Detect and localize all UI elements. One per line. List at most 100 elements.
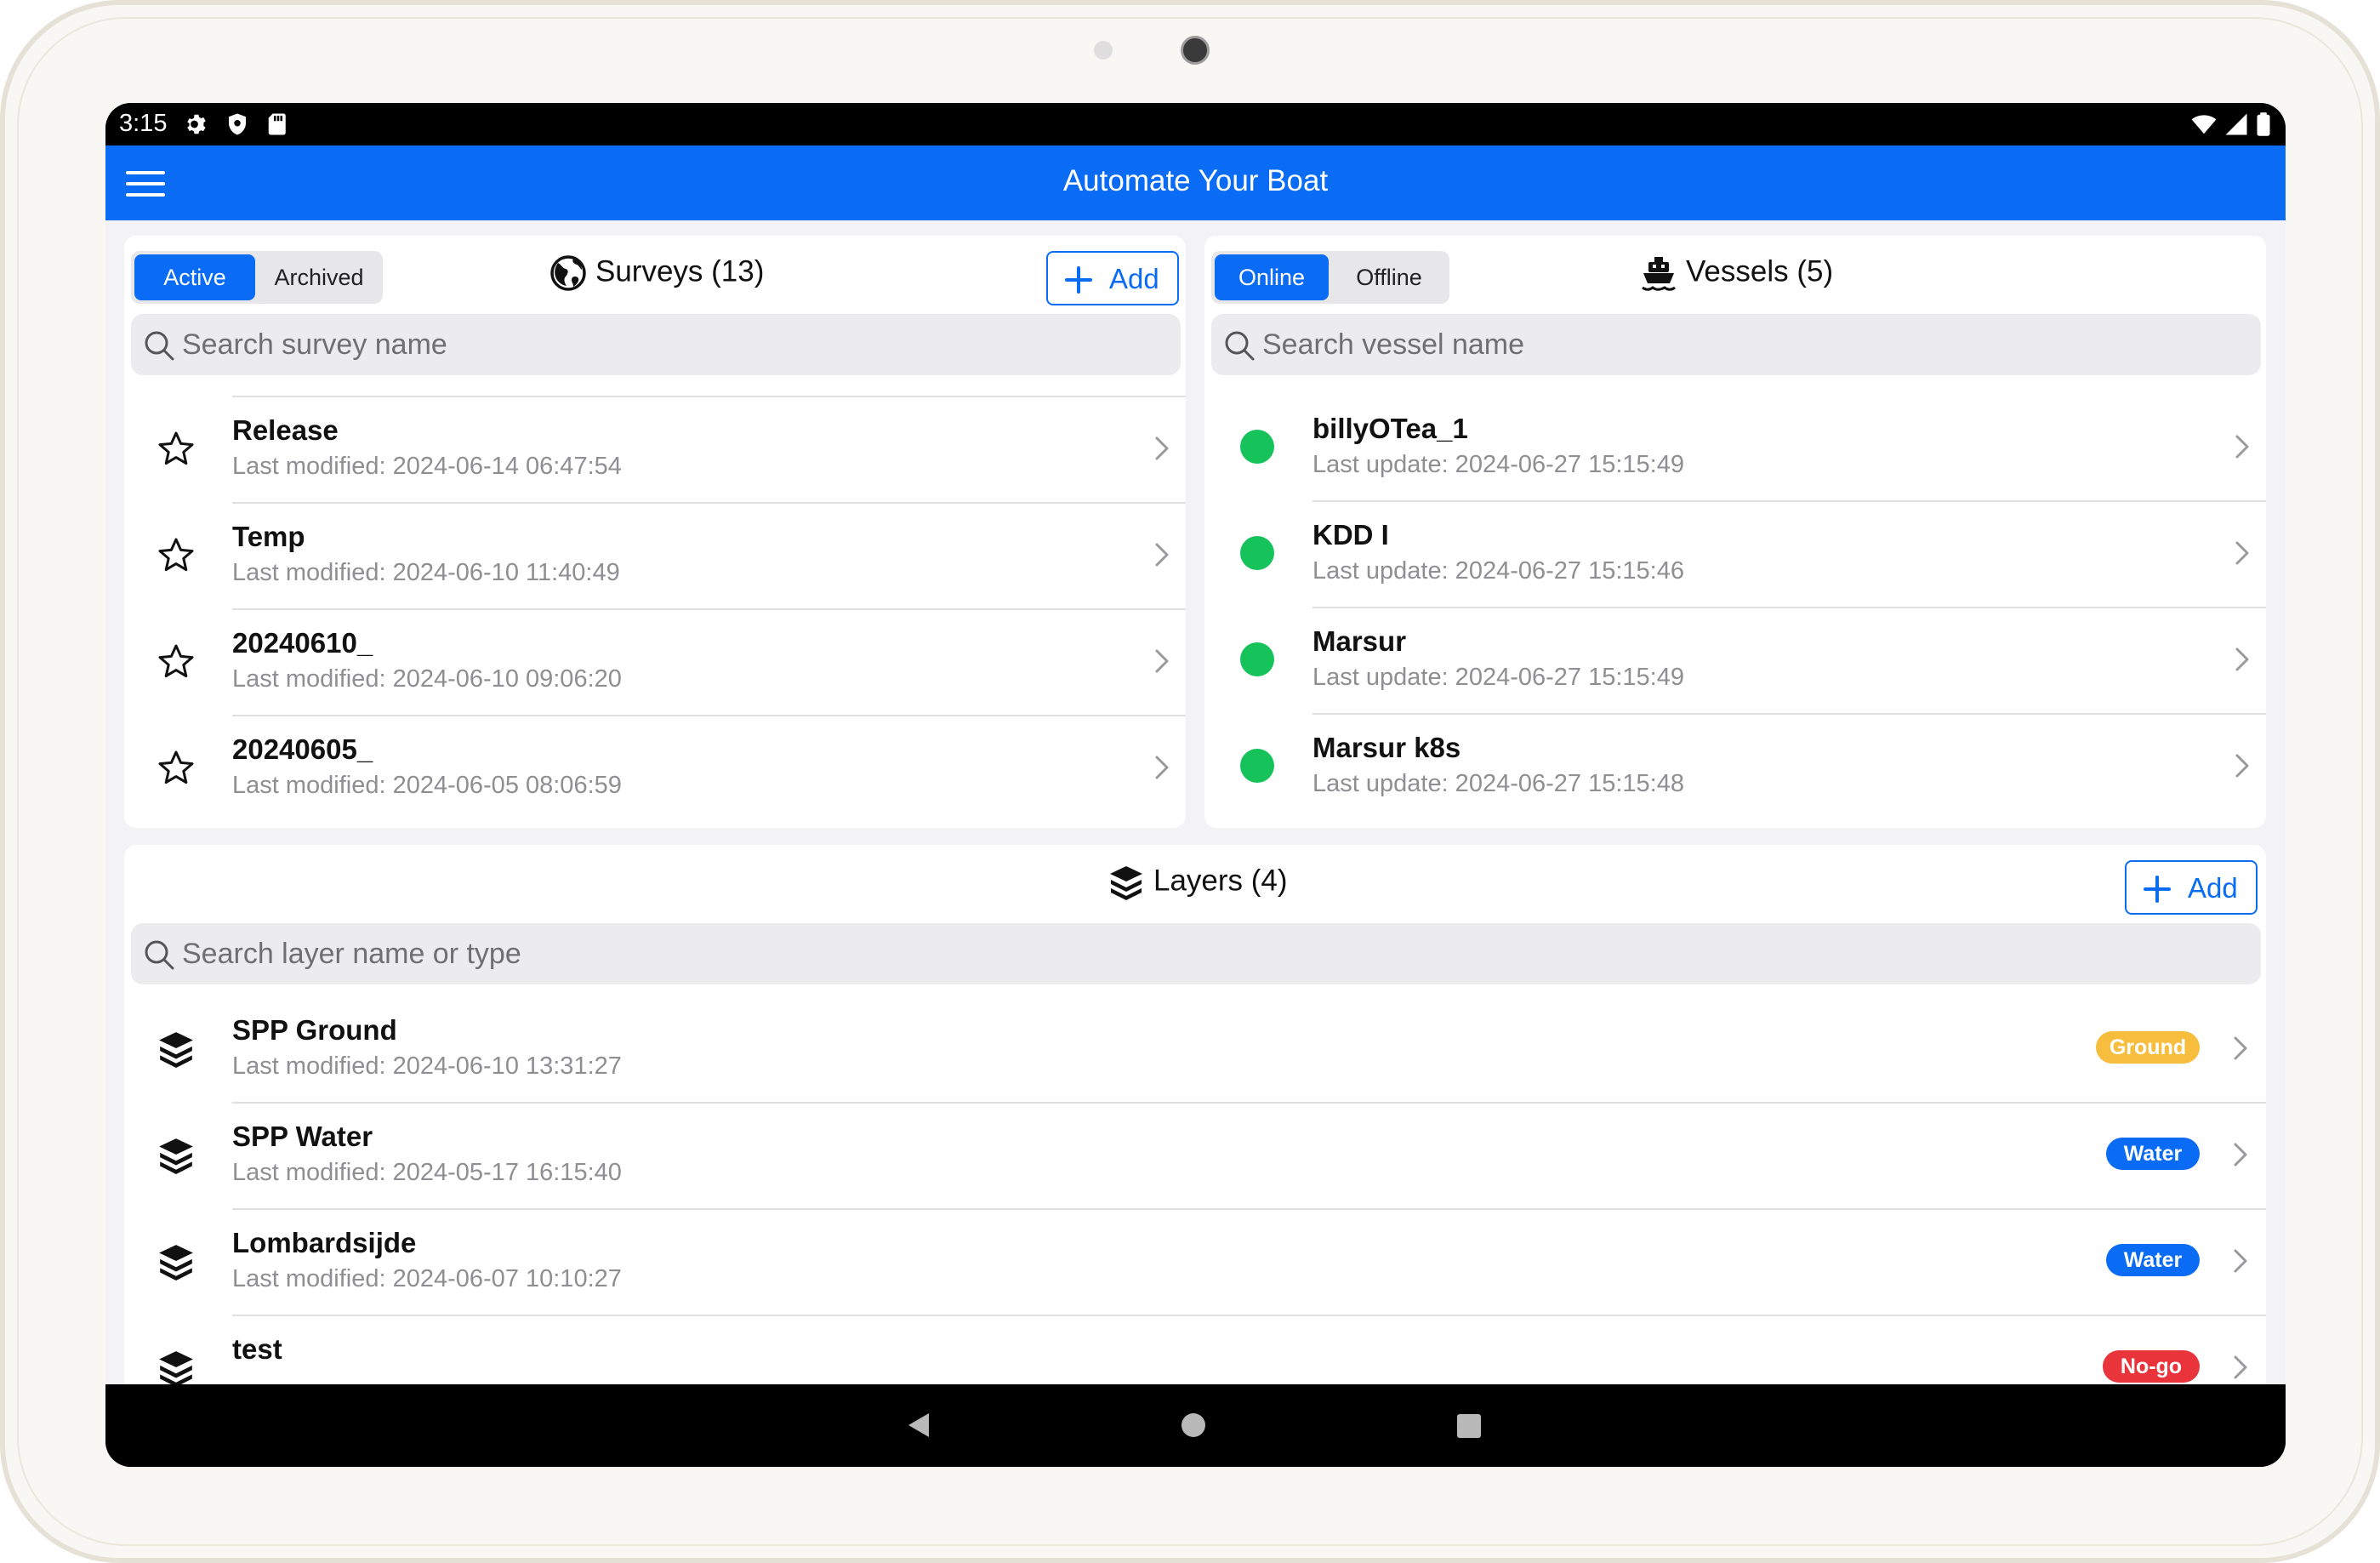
vessel-updated: Last update: 2024-06-27 15:15:49 — [1312, 451, 1684, 478]
layers-icon — [159, 1032, 193, 1068]
vessel-name: KDD I — [1312, 519, 1389, 550]
vessel-search — [1211, 314, 2261, 375]
screen: 3:15 Automate Your Boat Active Archived … — [105, 103, 2286, 1467]
layer-item[interactable]: Lombardsijde Last modified: 2024-06-07 1… — [124, 1208, 2266, 1315]
sd-card-icon — [268, 113, 286, 135]
vessels-card: Online Offline Vessels (5) Search vessel… — [1204, 236, 2266, 828]
add-layer-button[interactable]: Add — [2125, 860, 2258, 915]
star-icon[interactable] — [157, 749, 196, 788]
back-icon[interactable] — [903, 1410, 934, 1440]
chevron-right-icon — [2235, 541, 2249, 565]
tab-archived[interactable]: Archived — [259, 254, 379, 300]
divider — [1312, 500, 2266, 502]
survey-search-input[interactable] — [182, 314, 1169, 375]
home-icon[interactable] — [1180, 1412, 1207, 1439]
tablet-frame: 3:15 Automate Your Boat Active Archived … — [0, 0, 2380, 1563]
survey-modified: Last modified: 2024-06-10 11:40:49 — [232, 559, 620, 586]
chevron-right-icon — [2234, 1355, 2247, 1379]
chevron-right-icon — [1155, 436, 1169, 460]
survey-modified: Last modified: 2024-06-05 08:06:59 — [232, 772, 622, 799]
divider — [232, 715, 1186, 716]
main-content: Active Archived Surveys (13) Add Search … — [105, 220, 2286, 1384]
add-layer-label: Add — [2188, 872, 2238, 904]
layer-name: Lombardsijde — [232, 1227, 417, 1258]
app-title: Automate Your Boat — [1062, 164, 1329, 197]
tab-online[interactable]: Online — [1215, 254, 1329, 300]
survey-item[interactable]: 20240610_ Last modified: 2024-06-10 09:0… — [124, 608, 1186, 715]
vessel-search-input[interactable] — [1262, 314, 2249, 375]
vessel-item[interactable]: Marsur k8s Last update: 2024-06-27 15:15… — [1204, 713, 2266, 819]
layer-type-badge: Water — [2106, 1138, 2200, 1170]
layer-item[interactable]: SPP Ground Last modified: 2024-06-10 13:… — [124, 995, 2266, 1102]
online-status-dot — [1240, 430, 1274, 464]
online-status-dot — [1240, 536, 1274, 570]
vessel-item[interactable]: Marsur Last update: 2024-06-27 15:15:49 — [1204, 607, 2266, 713]
online-status-dot — [1240, 642, 1274, 676]
vessel-name: Marsur — [1312, 625, 1407, 657]
status-time: 3:15 — [119, 110, 168, 137]
chevron-right-icon — [1155, 649, 1169, 673]
tab-offline[interactable]: Offline — [1332, 254, 1446, 300]
layer-type-badge: Ground — [2096, 1031, 2200, 1064]
survey-modified: Last modified: 2024-06-14 06:47:54 — [232, 453, 622, 480]
front-camera — [1181, 36, 1210, 65]
survey-search — [131, 314, 1181, 375]
chevron-right-icon — [2234, 1249, 2247, 1273]
chevron-right-icon — [1155, 543, 1169, 567]
chevron-right-icon — [2235, 647, 2249, 671]
layers-icon — [159, 1351, 193, 1384]
survey-name: 20240605_ — [232, 733, 373, 765]
chevron-right-icon — [1155, 756, 1169, 779]
layers-icon — [159, 1138, 193, 1174]
divider — [1312, 713, 2266, 715]
signal-icon — [2225, 113, 2247, 135]
tab-active[interactable]: Active — [134, 254, 255, 300]
battery-icon — [2257, 112, 2270, 136]
recents-icon[interactable] — [1456, 1413, 1482, 1439]
layer-search — [131, 923, 2261, 984]
vessel-name: Marsur k8s — [1312, 732, 1461, 763]
divider — [232, 1208, 2266, 1210]
survey-item[interactable]: 20240605_ Last modified: 2024-06-05 08:0… — [124, 715, 1186, 821]
divider — [232, 1102, 2266, 1104]
layer-item[interactable]: SPP Water Last modified: 2024-05-17 16:1… — [124, 1102, 2266, 1208]
surveys-title: Surveys (13) — [549, 254, 764, 292]
layer-modified: Last modified: 2024-06-07 10:10:27 — [232, 1265, 622, 1292]
vessel-name: billyOTea_1 — [1312, 413, 1468, 444]
surveys-title-label: Surveys (13) — [595, 254, 765, 288]
vessel-item[interactable]: billyOTea_1 Last update: 2024-06-27 15:1… — [1204, 394, 2266, 500]
plus-icon — [2144, 876, 2171, 903]
status-bar: 3:15 — [105, 103, 2286, 145]
chevron-right-icon — [2235, 754, 2249, 778]
add-survey-button[interactable]: Add — [1046, 251, 1179, 305]
layer-modified: Last modified: 2024-05-17 16:15:40 — [232, 1159, 622, 1186]
survey-modified: Last modified: 2024-06-10 09:06:20 — [232, 665, 622, 693]
vessels-title-label: Vessels (5) — [1686, 254, 1834, 288]
plus-icon — [1065, 266, 1092, 294]
search-icon — [1225, 331, 1255, 361]
divider — [232, 502, 1186, 504]
chevron-right-icon — [2234, 1143, 2247, 1167]
shield-icon — [229, 113, 246, 135]
layer-name: test — [232, 1333, 282, 1365]
survey-item[interactable]: Release Last modified: 2024-06-14 06:47:… — [124, 396, 1186, 502]
star-icon[interactable] — [157, 430, 196, 469]
search-icon — [145, 940, 174, 970]
vessel-updated: Last update: 2024-06-27 15:15:48 — [1312, 770, 1684, 797]
layers-icon — [159, 1245, 193, 1281]
light-sensor — [1094, 41, 1113, 60]
online-status-dot — [1240, 749, 1274, 783]
star-icon[interactable] — [157, 642, 196, 682]
layer-type-badge: No-go — [2103, 1350, 2200, 1383]
survey-item[interactable]: Temp Last modified: 2024-06-10 11:40:49 — [124, 502, 1186, 608]
layers-icon — [1107, 864, 1145, 901]
survey-name: Release — [232, 414, 339, 446]
star-icon[interactable] — [157, 536, 196, 575]
vessel-item[interactable]: KDD I Last update: 2024-06-27 15:15:46 — [1204, 500, 2266, 607]
chevron-right-icon — [2235, 435, 2249, 459]
layer-search-input[interactable] — [182, 923, 2249, 984]
layer-item[interactable]: test No-go — [124, 1315, 2266, 1384]
chevron-right-icon — [2234, 1036, 2247, 1060]
navigation-bar — [105, 1384, 2286, 1467]
surveys-card: Active Archived Surveys (13) Add Search … — [124, 236, 1186, 828]
